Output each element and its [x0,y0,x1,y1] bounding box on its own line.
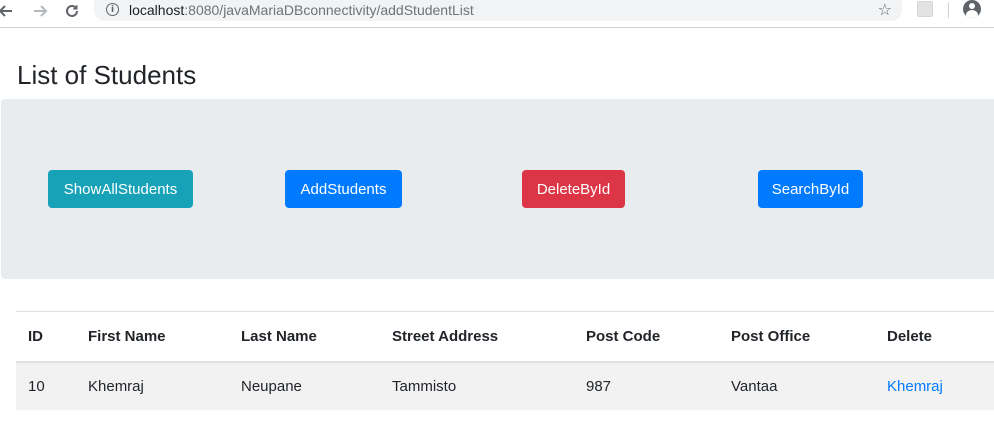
cell-last-name: Neupane [229,361,380,410]
url-host: localhost [129,2,185,18]
header-first-name: First Name [76,311,229,363]
delete-by-id-button[interactable]: DeleteById [522,170,625,208]
toolbar-divider [948,2,949,18]
forward-arrow-icon[interactable] [28,0,52,22]
back-arrow-icon[interactable] [0,0,18,22]
page-title: List of Students [17,60,197,90]
header-street-address: Street Address [380,311,574,363]
delete-link[interactable]: Khemraj [887,378,943,395]
cell-first-name: Khemraj [76,361,229,410]
table-row: 10 Khemraj Neupane Tammisto 987 Vantaa K… [16,361,994,410]
header-post-code: Post Code [574,311,719,363]
cell-post-code: 987 [574,361,719,410]
header-id: ID [16,311,76,363]
cell-post-office: Vantaa [719,361,875,410]
cell-delete: Khemraj [875,361,994,410]
address-bar[interactable]: i localhost:8080/javaMariaDBconnectivity… [94,0,902,21]
url-text[interactable]: localhost:8080/javaMariaDBconnectivity/a… [129,2,474,18]
profile-icon[interactable] [963,0,981,18]
url-path: :8080/javaMariaDBconnectivity/addStudent… [184,2,474,18]
search-by-id-button[interactable]: SearchById [758,170,863,208]
browser-toolbar: i localhost:8080/javaMariaDBconnectivity… [0,0,994,28]
header-last-name: Last Name [229,311,380,363]
reload-icon[interactable] [60,0,84,22]
header-post-office: Post Office [719,311,875,363]
header-delete: Delete [875,311,994,363]
table-header-row: ID First Name Last Name Street Address P… [16,311,994,363]
extension-icon[interactable] [917,1,933,17]
add-students-button[interactable]: AddStudents [285,170,402,208]
info-icon[interactable]: i [106,3,119,16]
cell-street-address: Tammisto [380,361,574,410]
actions-panel: ShowAllStudents AddStudents DeleteById S… [1,99,994,279]
students-table: ID First Name Last Name Street Address P… [16,311,994,410]
star-icon[interactable]: ☆ [878,0,892,19]
cell-id: 10 [16,361,76,410]
show-all-students-button[interactable]: ShowAllStudents [48,170,193,208]
